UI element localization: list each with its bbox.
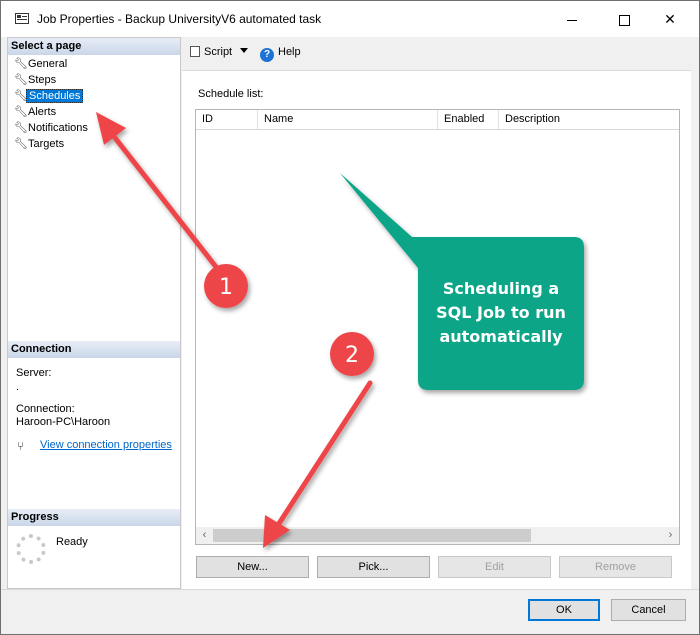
server-label: Server: <box>16 367 52 379</box>
connection-properties-icon: ⑂ <box>17 439 25 453</box>
new-schedule-button[interactable]: New... <box>196 556 309 578</box>
title-bar[interactable]: Job Properties - Backup UniversityV6 aut… <box>1 1 699 37</box>
page-item-label: Alerts <box>28 106 57 118</box>
minimize-button[interactable] <box>549 1 595 37</box>
left-pane: Select a page 🔧︎General 🔧︎Steps 🔧︎Schedu… <box>7 37 181 589</box>
minimize-icon <box>567 19 577 21</box>
page-item-alerts[interactable]: 🔧︎Alerts <box>14 105 58 120</box>
grid-header: ID Name Enabled Description <box>196 110 679 130</box>
page-item-label: General <box>28 58 68 70</box>
progress-status: Ready <box>56 536 88 548</box>
connection-label: Connection: <box>16 403 75 415</box>
page-item-label: Notifications <box>28 122 88 134</box>
view-connection-properties-link[interactable]: View connection properties <box>40 439 172 451</box>
footer-divider <box>1 589 699 590</box>
page-item-steps[interactable]: 🔧︎Steps <box>14 73 58 88</box>
edit-schedule-button[interactable]: Edit <box>438 556 551 578</box>
callout-line-2: SQL Job to run <box>436 303 566 322</box>
close-button[interactable]: ✕ <box>647 1 693 37</box>
script-label: Script <box>204 46 233 58</box>
callout-text: Scheduling a SQL Job to run automaticall… <box>418 277 584 349</box>
page-item-general[interactable]: 🔧︎General <box>14 57 69 72</box>
script-icon <box>190 46 200 57</box>
scrollbar-thumb[interactable] <box>213 529 531 542</box>
progress-header: Progress <box>8 509 180 526</box>
wrench-icon: 🔧︎ <box>14 90 28 102</box>
column-header-enabled[interactable]: Enabled <box>438 110 499 129</box>
help-button[interactable]: ? Help <box>260 46 301 62</box>
server-value: . <box>16 381 20 393</box>
remove-schedule-button[interactable]: Remove <box>559 556 672 578</box>
select-page-header: Select a page <box>8 38 180 55</box>
horizontal-scrollbar[interactable]: ‹ › <box>196 527 679 544</box>
pick-schedule-button[interactable]: Pick... <box>317 556 430 578</box>
maximize-icon <box>618 14 630 26</box>
scroll-right-icon[interactable]: › <box>662 527 679 544</box>
page-item-label: Schedules <box>26 89 84 103</box>
window-app-icon <box>15 13 29 24</box>
connection-header: Connection <box>8 341 180 358</box>
wrench-icon: 🔧︎ <box>14 138 28 150</box>
maximize-button[interactable] <box>601 1 647 37</box>
wrench-icon: 🔧︎ <box>14 122 28 134</box>
progress-spinner-icon <box>16 534 46 564</box>
page-item-label: Steps <box>28 74 57 86</box>
column-header-name[interactable]: Name <box>258 110 438 129</box>
page-item-notifications[interactable]: 🔧︎Notifications <box>14 121 90 136</box>
column-header-description[interactable]: Description <box>499 110 679 129</box>
wrench-icon: 🔧︎ <box>14 74 28 86</box>
help-icon: ? <box>260 48 274 62</box>
page-item-label: Targets <box>28 138 65 150</box>
window-title: Job Properties - Backup UniversityV6 aut… <box>37 12 322 26</box>
column-header-id[interactable]: ID <box>196 110 258 129</box>
callout-line-1: Scheduling a <box>442 279 560 298</box>
scroll-left-icon[interactable]: ‹ <box>196 527 213 544</box>
connection-value: Haroon-PC\Haroon <box>16 416 111 428</box>
schedule-list-label: Schedule list: <box>198 88 264 100</box>
script-button[interactable]: Script <box>190 46 249 58</box>
wrench-icon: 🔧︎ <box>14 58 28 70</box>
close-icon: ✕ <box>664 11 676 27</box>
cancel-button[interactable]: Cancel <box>611 599 686 621</box>
toolbar: Script ? Help <box>182 37 691 71</box>
ok-button[interactable]: OK <box>528 599 600 621</box>
callout-line-3: automatically <box>439 327 563 346</box>
help-label: Help <box>278 46 301 58</box>
chevron-down-icon[interactable] <box>240 48 249 53</box>
wrench-icon: 🔧︎ <box>14 106 28 118</box>
page-item-schedules[interactable]: 🔧︎Schedules <box>14 89 84 104</box>
page-item-targets[interactable]: 🔧︎Targets <box>14 137 66 152</box>
job-properties-window: Job Properties - Backup UniversityV6 aut… <box>0 0 700 635</box>
